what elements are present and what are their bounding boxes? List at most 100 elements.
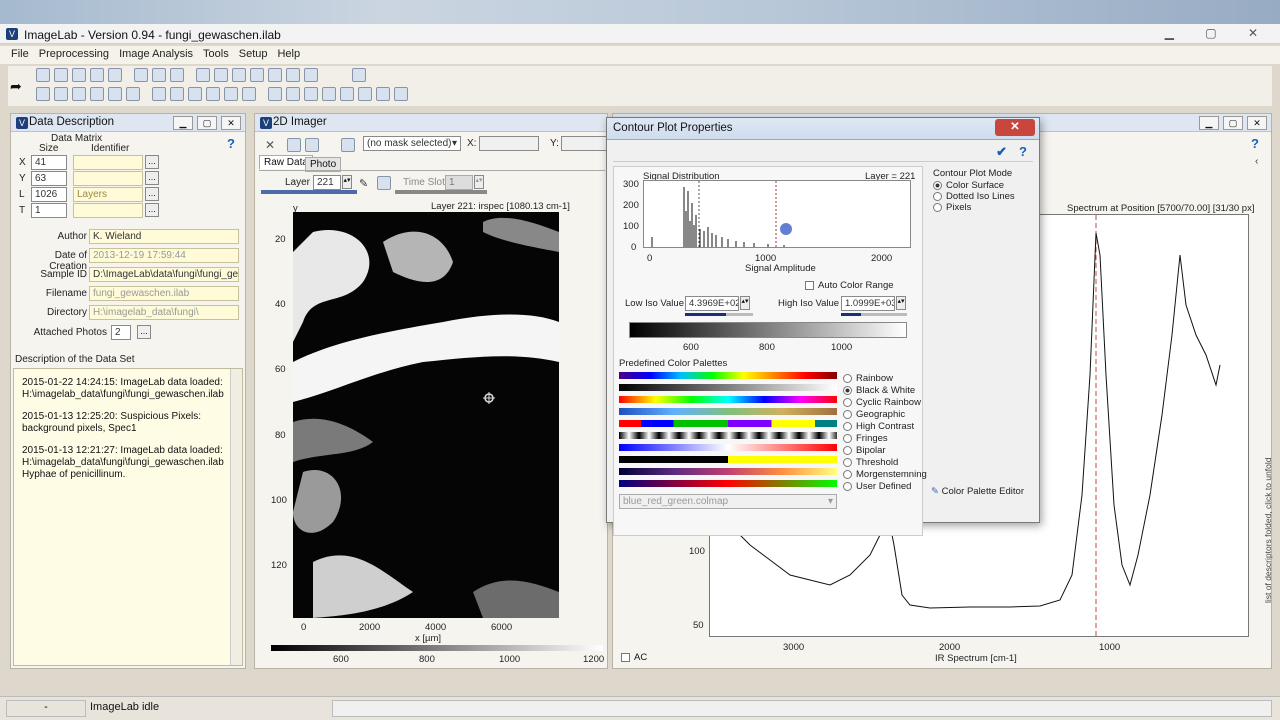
high-iso-slider[interactable] bbox=[841, 313, 907, 316]
tools-icon[interactable] bbox=[134, 68, 148, 82]
map-icon[interactable] bbox=[54, 87, 68, 101]
histogram-plot[interactable] bbox=[643, 180, 911, 248]
log-scrollbar[interactable] bbox=[230, 369, 242, 665]
size-field-x[interactable]: 41 bbox=[31, 155, 67, 170]
size-field-l[interactable]: 1026 bbox=[31, 187, 67, 202]
monitor-icon[interactable] bbox=[341, 138, 355, 152]
high-iso-spinner[interactable]: ▴▾ bbox=[896, 296, 906, 310]
cluster-icon[interactable] bbox=[90, 87, 104, 101]
identifier-field-y[interactable] bbox=[73, 171, 143, 186]
identifier-field-t[interactable] bbox=[73, 203, 143, 218]
identifier-more-button[interactable]: ... bbox=[145, 203, 159, 217]
auto-range-checkbox[interactable]: Auto Color Range bbox=[805, 280, 894, 291]
palette-swatch-morgenstemning[interactable] bbox=[619, 468, 837, 475]
network-icon[interactable] bbox=[108, 87, 122, 101]
function-icon[interactable] bbox=[170, 87, 184, 101]
ica-icon[interactable] bbox=[358, 87, 372, 101]
menu-help[interactable]: Help bbox=[272, 46, 305, 62]
edit-icon[interactable] bbox=[170, 68, 184, 82]
open-icon[interactable] bbox=[36, 68, 50, 82]
layer-field[interactable]: 221 bbox=[313, 175, 341, 190]
pen-icon[interactable]: ✎ bbox=[359, 177, 368, 190]
dialog-close-button[interactable]: ✕ bbox=[995, 119, 1035, 136]
description-log[interactable]: 2015-01-22 14:24:15: ImageLab data loade… bbox=[13, 368, 243, 666]
size-field-y[interactable]: 63 bbox=[31, 171, 67, 186]
author-field[interactable]: K. Wieland bbox=[89, 229, 239, 244]
y-coord-field[interactable] bbox=[561, 136, 607, 151]
x-coord-field[interactable] bbox=[479, 136, 539, 151]
identifier-more-button[interactable]: ... bbox=[145, 171, 159, 185]
table-icon[interactable] bbox=[188, 87, 202, 101]
palette-radio-bipolar[interactable]: Bipolar bbox=[843, 445, 927, 457]
window-controls[interactable]: ▁ ▢ ✕ bbox=[1165, 26, 1272, 40]
palette-radio-threshold[interactable]: Threshold bbox=[843, 457, 927, 469]
save-icon[interactable] bbox=[72, 68, 86, 82]
pen-icon[interactable] bbox=[196, 68, 210, 82]
import-icon[interactable] bbox=[54, 68, 68, 82]
histogram-icon[interactable] bbox=[224, 87, 238, 101]
calendar-icon[interactable] bbox=[108, 68, 122, 82]
mode-radio-pixels[interactable]: Pixels bbox=[933, 202, 1015, 213]
palette-swatch-rainbow[interactable] bbox=[619, 372, 837, 379]
palette-radio-rainbow[interactable]: Rainbow bbox=[843, 373, 927, 385]
identifier-more-button[interactable]: ... bbox=[145, 187, 159, 201]
menu-file[interactable]: File bbox=[6, 46, 34, 62]
palette-swatch-cyclic[interactable] bbox=[619, 396, 837, 403]
grid-view-icon[interactable] bbox=[287, 138, 301, 152]
panel-window-controls[interactable]: ▁ ▢ ✕ bbox=[169, 116, 241, 130]
layer-slider[interactable] bbox=[261, 190, 357, 194]
help-icon[interactable]: ? bbox=[1019, 144, 1027, 159]
spectrum-icon[interactable] bbox=[36, 87, 50, 101]
palette-view-icon[interactable] bbox=[305, 138, 319, 152]
stats-icon[interactable] bbox=[152, 87, 166, 101]
pca-icon[interactable] bbox=[286, 87, 300, 101]
palette-swatch-user[interactable] bbox=[619, 480, 837, 487]
mcr-icon[interactable] bbox=[340, 87, 354, 101]
apply-check-icon[interactable]: ✔ bbox=[996, 144, 1007, 160]
identifier-more-button[interactable]: ... bbox=[145, 155, 159, 169]
help-icon[interactable]: ? bbox=[227, 136, 235, 151]
layer-spinner[interactable]: ▴▾ bbox=[342, 175, 352, 189]
photos-field[interactable]: 2 bbox=[111, 325, 131, 340]
low-iso-slider[interactable] bbox=[685, 313, 753, 316]
palette-radio-user[interactable]: User Defined bbox=[843, 481, 927, 493]
ac-checkbox[interactable]: AC bbox=[621, 652, 647, 663]
pls-icon[interactable] bbox=[376, 87, 390, 101]
sim-icon[interactable] bbox=[268, 87, 282, 101]
nmf-icon[interactable] bbox=[322, 87, 336, 101]
sample-field[interactable]: D:\ImageLab\data\fungi\fungi_gewas bbox=[89, 267, 239, 282]
clipboard-icon[interactable] bbox=[232, 68, 246, 82]
chart-edit-icon[interactable] bbox=[268, 68, 282, 82]
palette-swatch-threshold[interactable] bbox=[619, 456, 837, 463]
identifier-field-l[interactable]: Layers bbox=[73, 187, 143, 202]
palette-radio-fringes[interactable]: Fringes bbox=[843, 433, 927, 445]
menu-setup[interactable]: Setup bbox=[234, 46, 273, 62]
palette-icon[interactable] bbox=[126, 87, 140, 101]
refresh-icon[interactable] bbox=[90, 68, 104, 82]
image-icon[interactable] bbox=[242, 87, 256, 101]
mode-radio-color-surface[interactable]: Color Surface bbox=[933, 180, 1015, 191]
high-iso-field[interactable]: 1.0999E+03 bbox=[841, 296, 895, 311]
mask-select[interactable]: (no mask selected) ▾ bbox=[363, 136, 461, 151]
photos-more-button[interactable]: ... bbox=[137, 325, 151, 339]
palette-swatch-high-contrast[interactable] bbox=[619, 420, 837, 427]
chart-icon[interactable] bbox=[250, 68, 264, 82]
menu-preprocessing[interactable]: Preprocessing bbox=[34, 46, 114, 62]
save-image-icon[interactable] bbox=[377, 176, 391, 190]
mode-radio-dotted-iso[interactable]: Dotted Iso Lines bbox=[933, 191, 1015, 202]
palette-radio-geographic[interactable]: Geographic bbox=[843, 409, 927, 421]
palette-radio-high-contrast[interactable]: High Contrast bbox=[843, 421, 927, 433]
palette-swatch-geographic[interactable] bbox=[619, 408, 837, 415]
split-icon[interactable] bbox=[304, 68, 318, 82]
scatter-icon[interactable] bbox=[206, 87, 220, 101]
notes-icon[interactable] bbox=[286, 68, 300, 82]
palette-radio-bw[interactable]: Black & White bbox=[843, 385, 927, 397]
identifier-field-x[interactable] bbox=[73, 155, 143, 170]
grid-icon[interactable] bbox=[352, 68, 366, 82]
low-iso-field[interactable]: 4.3969E+02 bbox=[685, 296, 739, 311]
size-field-t[interactable]: 1 bbox=[31, 203, 67, 218]
descriptors-fold-label[interactable]: list of descriptors folded, click to unf… bbox=[1263, 343, 1277, 603]
panel-window-controls[interactable]: ▁ ▢ ✕ bbox=[1195, 116, 1267, 130]
palette-swatch-fringes[interactable] bbox=[619, 432, 837, 439]
color-palette-editor-button[interactable]: ✎ Color Palette Editor bbox=[931, 486, 1024, 497]
